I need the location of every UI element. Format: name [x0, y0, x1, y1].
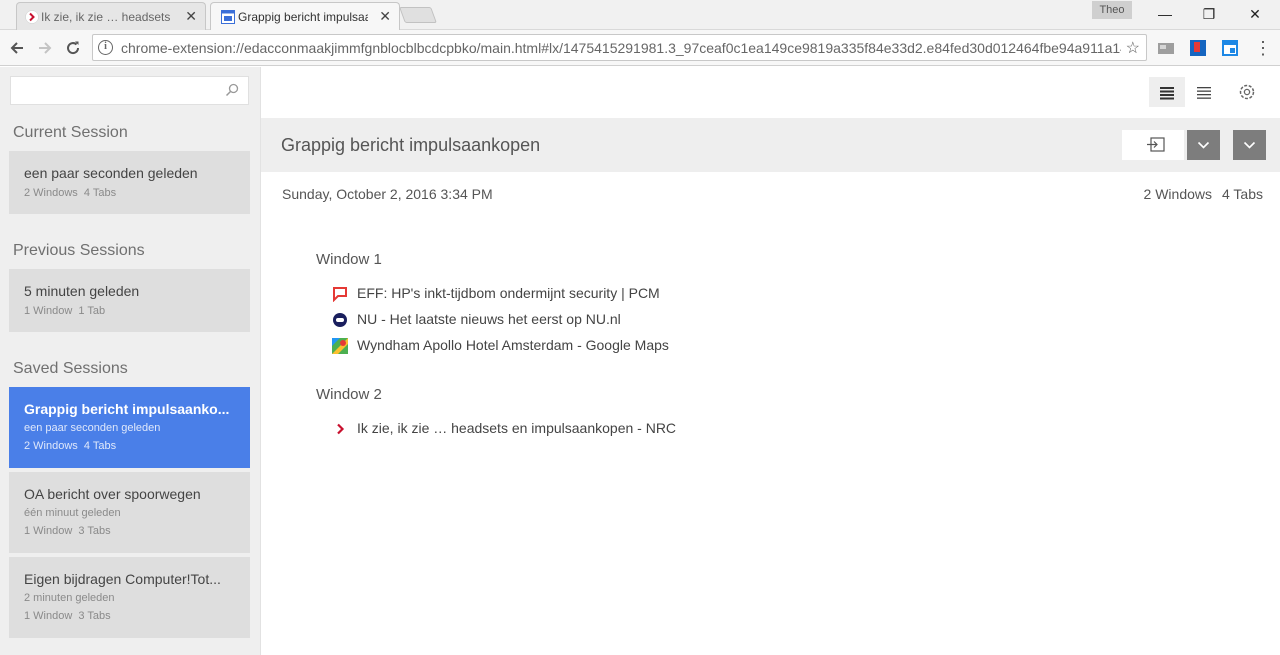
session-card-title: een paar seconden geleden [24, 165, 198, 181]
tab-title: Ik zie, ik zie … headsets en impulsaanko… [357, 420, 677, 436]
search-icon [225, 83, 239, 97]
tab-count: 4 Tabs [83, 187, 117, 199]
tab-strip: Ik zie, ik zie … headsets e ✕ Grappig be… [0, 0, 1280, 30]
browser-tab-session-buddy[interactable]: Grappig bericht impulsaa ✕ [210, 2, 400, 30]
window-count: 2 Windows [24, 187, 78, 199]
arrow-right-icon [39, 42, 52, 54]
gear-icon[interactable] [1237, 82, 1257, 102]
arrow-left-icon [10, 42, 23, 54]
pcm-icon [333, 287, 347, 302]
session-card-saved[interactable]: OA bericht over spoorwegen één minuut ge… [9, 472, 250, 553]
window-count: 2 Windows [24, 440, 78, 452]
reload-icon [67, 41, 80, 55]
session-card-title: Grappig bericht impulsaanko... [24, 401, 230, 417]
tab-close-icon[interactable]: ✕ [379, 9, 391, 23]
browser-tab-nrc[interactable]: Ik zie, ik zie … headsets e ✕ [16, 2, 206, 30]
compact-view-button[interactable] [1186, 77, 1222, 107]
session-card-time: een paar seconden geleden [24, 422, 161, 434]
tab-title: Ik zie, ik zie … headsets e [41, 9, 171, 24]
nrc-chevron-icon [337, 423, 345, 435]
nu-nl-icon [333, 313, 347, 327]
window-count: 1 Window [24, 610, 73, 622]
session-card-counts: 1 Window 3 Tabs [24, 610, 235, 622]
extension-icon[interactable] [1157, 39, 1175, 57]
window-count: 2 Windows [1143, 186, 1212, 202]
session-card-saved[interactable]: Eigen bijdragen Computer!Tot... 2 minute… [9, 557, 250, 638]
main-panel: Grappig bericht impulsaankopen Sunday, O… [261, 67, 1280, 655]
session-card-title: 5 minuten geleden [24, 283, 140, 299]
close-window-button[interactable]: ✕ [1232, 4, 1278, 24]
tab-title: Grappig bericht impulsaa [238, 9, 368, 24]
window-heading[interactable]: Window 1 [316, 251, 382, 268]
tab-count: 1 Tab [78, 305, 106, 317]
forward-button[interactable] [33, 36, 57, 60]
back-button[interactable] [5, 36, 29, 60]
chevron-down-icon [1243, 141, 1256, 149]
window-count: 1 Window [24, 525, 73, 537]
open-session-button[interactable] [1122, 130, 1184, 160]
bookmark-star-icon[interactable]: ☆ [1126, 38, 1140, 58]
open-in-window-icon [1147, 137, 1165, 152]
list-detailed-icon [1160, 87, 1174, 100]
url-text[interactable]: chrome-extension://edacconmaakjimmfgnblo… [121, 40, 1121, 56]
session-card-title: Eigen bijdragen Computer!Tot... [24, 571, 221, 587]
session-date: Sunday, October 2, 2016 3:34 PM [282, 186, 493, 202]
tab-count: 4 Tabs [83, 440, 117, 452]
window-count: 1 Window [24, 305, 73, 317]
reload-button[interactable] [61, 36, 85, 60]
list-compact-icon [1197, 87, 1211, 99]
browser-toolbar: i chrome-extension://edacconmaakjimmfgnb… [0, 30, 1280, 66]
session-card-saved-selected[interactable]: Grappig bericht impulsaanko... een paar … [9, 387, 250, 468]
session-counts: 2 Windows 4 Tabs [1144, 186, 1263, 202]
chevron-down-icon [1197, 141, 1210, 149]
session-title: Grappig bericht impulsaankopen [281, 135, 541, 155]
address-bar[interactable]: i chrome-extension://edacconmaakjimmfgnb… [92, 34, 1147, 61]
bookmark-extension-icon[interactable] [1189, 39, 1207, 57]
info-icon[interactable]: i [98, 40, 113, 55]
search-input[interactable] [11, 77, 211, 104]
session-buddy-icon[interactable] [1221, 39, 1239, 57]
profile-button[interactable]: Theo [1092, 1, 1132, 19]
open-options-dropdown[interactable] [1187, 130, 1220, 160]
session-card-counts: 1 Window 1 Tab [24, 305, 235, 317]
new-tab-button[interactable] [399, 7, 437, 23]
session-card-title: OA bericht over spoorwegen [24, 486, 201, 502]
nrc-chevron-icon [25, 10, 39, 24]
restore-button[interactable]: ❐ [1186, 4, 1232, 24]
previous-sessions-heading: Previous Sessions [13, 242, 145, 259]
sidebar: Current Session een paar seconden gelede… [0, 67, 261, 655]
session-header: Grappig bericht impulsaankopen [261, 118, 1280, 172]
session-card-counts: 2 Windows 4 Tabs [24, 187, 235, 199]
session-card-current[interactable]: een paar seconden geleden 2 Windows 4 Ta… [9, 151, 250, 214]
chrome-menu-icon[interactable]: ⋮ [1254, 36, 1272, 60]
session-card-previous[interactable]: 5 minuten geleden 1 Window 1 Tab [9, 269, 250, 332]
window-heading[interactable]: Window 2 [316, 386, 382, 403]
saved-sessions-heading: Saved Sessions [13, 360, 128, 377]
google-maps-icon [332, 338, 348, 354]
tab-count: 3 Tabs [78, 610, 111, 622]
search-box[interactable] [10, 76, 249, 105]
tab-close-icon[interactable]: ✕ [185, 9, 197, 23]
detailed-view-button[interactable] [1149, 77, 1185, 107]
session-card-counts: 1 Window 3 Tabs [24, 525, 235, 537]
tab-title: NU - Het laatste nieuws het eerst op NU.… [357, 311, 621, 327]
session-card-time: 2 minuten geleden [24, 592, 115, 604]
tab-title: Wyndham Apollo Hotel Amsterdam - Google … [357, 337, 669, 353]
tab-count: 4 Tabs [1222, 186, 1263, 202]
session-buddy-icon [221, 10, 235, 24]
session-actions-dropdown[interactable] [1233, 130, 1266, 160]
tab-title: EFF: HP's inkt-tijdbom ondermijnt securi… [357, 285, 660, 301]
session-card-counts: 2 Windows 4 Tabs [24, 440, 235, 452]
current-session-heading: Current Session [13, 124, 128, 141]
minimize-button[interactable]: — [1142, 4, 1188, 24]
session-card-time: één minuut geleden [24, 507, 121, 519]
tab-count: 3 Tabs [78, 525, 111, 537]
